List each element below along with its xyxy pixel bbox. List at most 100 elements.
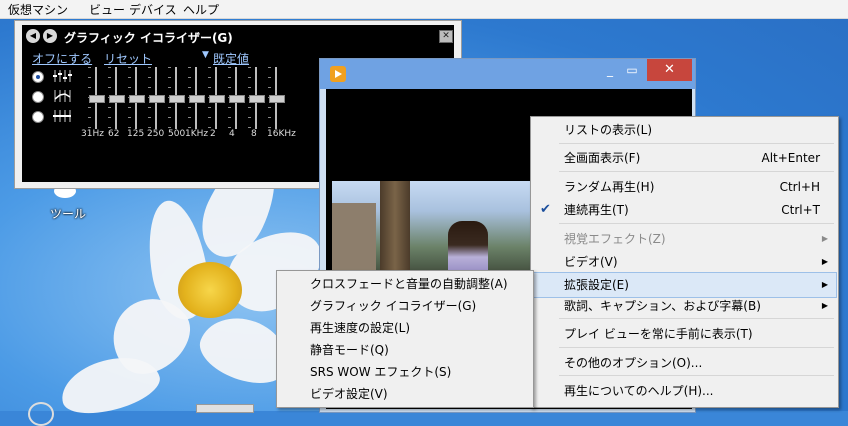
context-menu-item[interactable]: 歌詞、キャプション、および字幕(B) ▶: [531, 294, 836, 318]
start-button-edge[interactable]: [28, 402, 54, 426]
eq-slider-2[interactable]: [108, 67, 125, 133]
eq-slider-tick: [88, 127, 91, 128]
menu-separator: [559, 375, 834, 376]
eq-slider-7[interactable]: [208, 67, 225, 133]
submenu-arrow-icon: ▶: [821, 301, 828, 310]
eq-slider-tick: [208, 67, 211, 68]
eq-slider-tick: [128, 117, 131, 118]
eq-slider-tick: [88, 77, 91, 78]
eq-slider-tick: [168, 67, 171, 68]
eq-slider-thumb[interactable]: [189, 95, 205, 103]
eq-frequency-label: 2: [210, 129, 216, 139]
menu-devices[interactable]: デバイス: [129, 1, 177, 18]
menu-view[interactable]: ビュー: [89, 1, 125, 18]
eq-slider-thumb[interactable]: [129, 95, 145, 103]
eq-slider-tick: [268, 127, 271, 128]
eq-slider-tick: [168, 117, 171, 118]
context-menu-item[interactable]: その他のオプション(O)...: [531, 351, 836, 375]
context-menu-item-label: ビデオ(V): [564, 255, 618, 269]
eq-slider-tick: [148, 67, 151, 68]
media-player-logo-icon: [330, 66, 346, 82]
eq-slider-1[interactable]: [88, 67, 105, 133]
eq-slider-thumb[interactable]: [89, 95, 105, 103]
context-menu-item[interactable]: プレイ ビューを常に手前に表示(T): [531, 322, 836, 346]
eq-slider-tick: [188, 77, 191, 78]
flower-center: [178, 262, 242, 318]
context-menu-item-label: 視覚エフェクト(Z): [564, 232, 666, 246]
submenu-item[interactable]: ビデオ設定(V): [277, 383, 531, 405]
eq-slider-3[interactable]: [128, 67, 145, 133]
eq-slider-thumb[interactable]: [209, 95, 225, 103]
eq-slider-tick: [148, 77, 151, 78]
submenu-item-label: グラフィック イコライザー(G): [310, 299, 477, 313]
close-button[interactable]: ✕: [647, 59, 692, 81]
eq-slider-tick: [168, 87, 171, 88]
eq-slider-tick: [268, 77, 271, 78]
eq-slider-tick: [88, 117, 91, 118]
equalizer-reset-link[interactable]: リセット: [104, 50, 152, 67]
eq-slider-thumb[interactable]: [149, 95, 165, 103]
submenu-item[interactable]: グラフィック イコライザー(G): [277, 295, 531, 317]
eq-slider-tick: [88, 87, 91, 88]
menu-virtual-machine[interactable]: 仮想マシン: [8, 1, 68, 18]
context-menu-item[interactable]: 全画面表示(F) Alt+Enter: [531, 146, 836, 170]
previous-effect-button[interactable]: ◀: [26, 29, 40, 43]
tools-desktop-icon-label: ツール: [50, 207, 87, 221]
submenu-item-label: 静音モード(Q): [310, 343, 389, 357]
submenu-item[interactable]: SRS WOW エフェクト(S): [277, 361, 531, 383]
equalizer-close-button[interactable]: ✕: [439, 30, 453, 43]
eq-slider-tick: [188, 127, 191, 128]
context-menu-item-label: 歌詞、キャプション、および字幕(B): [564, 299, 761, 313]
submenu-item-label: ビデオ設定(V): [310, 387, 388, 401]
eq-slider-tick: [228, 77, 231, 78]
taskbar-item-edge[interactable]: [196, 404, 254, 413]
submenu-item[interactable]: クロスフェードと音量の自動調整(A): [277, 273, 531, 295]
equalizer-off-link[interactable]: オフにする: [32, 50, 92, 67]
eq-slider-tick: [248, 77, 251, 78]
eq-slider-tick: [88, 67, 91, 68]
slider-mode-radio-3[interactable]: [32, 111, 44, 123]
eq-slider-tick: [148, 87, 151, 88]
eq-slider-thumb[interactable]: [109, 95, 125, 103]
eq-slider-tick: [208, 77, 211, 78]
eq-slider-tick: [208, 87, 211, 88]
eq-slider-tick: [268, 117, 271, 118]
eq-slider-thumb[interactable]: [269, 95, 285, 103]
media-player-titlebar: _ ▭ ✕: [320, 59, 695, 89]
maximize-button[interactable]: ▭: [622, 59, 642, 81]
eq-slider-8[interactable]: [228, 67, 245, 133]
eq-slider-tick: [248, 117, 251, 118]
minimize-button[interactable]: _: [600, 59, 620, 81]
context-menu-item-label: プレイ ビューを常に手前に表示(T): [564, 327, 753, 341]
submenu-item[interactable]: 静音モード(Q): [277, 339, 531, 361]
eq-slider-tick: [248, 127, 251, 128]
context-menu-item[interactable]: ビデオ(V) ▶: [531, 250, 836, 274]
eq-slider-5[interactable]: [168, 67, 185, 133]
eq-slider-tick: [148, 107, 151, 108]
context-menu-item[interactable]: ランダム再生(H) Ctrl+H: [531, 175, 836, 199]
context-menu-item[interactable]: ✔ 連続再生(T) Ctrl+T: [531, 198, 836, 222]
eq-slider-tick: [248, 107, 251, 108]
submenu-item[interactable]: 再生速度の設定(L): [277, 317, 531, 339]
eq-slider-4[interactable]: [148, 67, 165, 133]
eq-slider-tick: [128, 107, 131, 108]
slider-mode-radio-1[interactable]: [32, 71, 44, 83]
slider-mode-radio-2[interactable]: [32, 91, 44, 103]
context-menu-item[interactable]: リストの表示(L): [531, 118, 836, 142]
eq-slider-9[interactable]: [248, 67, 265, 133]
eq-slider-6[interactable]: [188, 67, 205, 133]
submenu-item-label: クロスフェードと音量の自動調整(A): [310, 277, 508, 291]
next-effect-button[interactable]: ▶: [43, 29, 57, 43]
eq-slider-tick: [228, 117, 231, 118]
eq-slider-thumb[interactable]: [169, 95, 185, 103]
eq-slider-thumb[interactable]: [249, 95, 265, 103]
eq-slider-thumb[interactable]: [229, 95, 245, 103]
preset-dropdown-arrow-icon[interactable]: ▼: [202, 50, 209, 60]
context-menu-item[interactable]: 再生についてのヘルプ(H)...: [531, 379, 836, 403]
eq-slider-tick: [108, 117, 111, 118]
eq-slider-10[interactable]: [268, 67, 285, 133]
equalizer-preset-link[interactable]: 既定値: [213, 50, 249, 67]
eq-slider-tick: [168, 127, 171, 128]
menu-help[interactable]: ヘルプ: [183, 1, 219, 18]
context-menu-item[interactable]: 視覚エフェクト(Z) ▶: [531, 227, 836, 251]
